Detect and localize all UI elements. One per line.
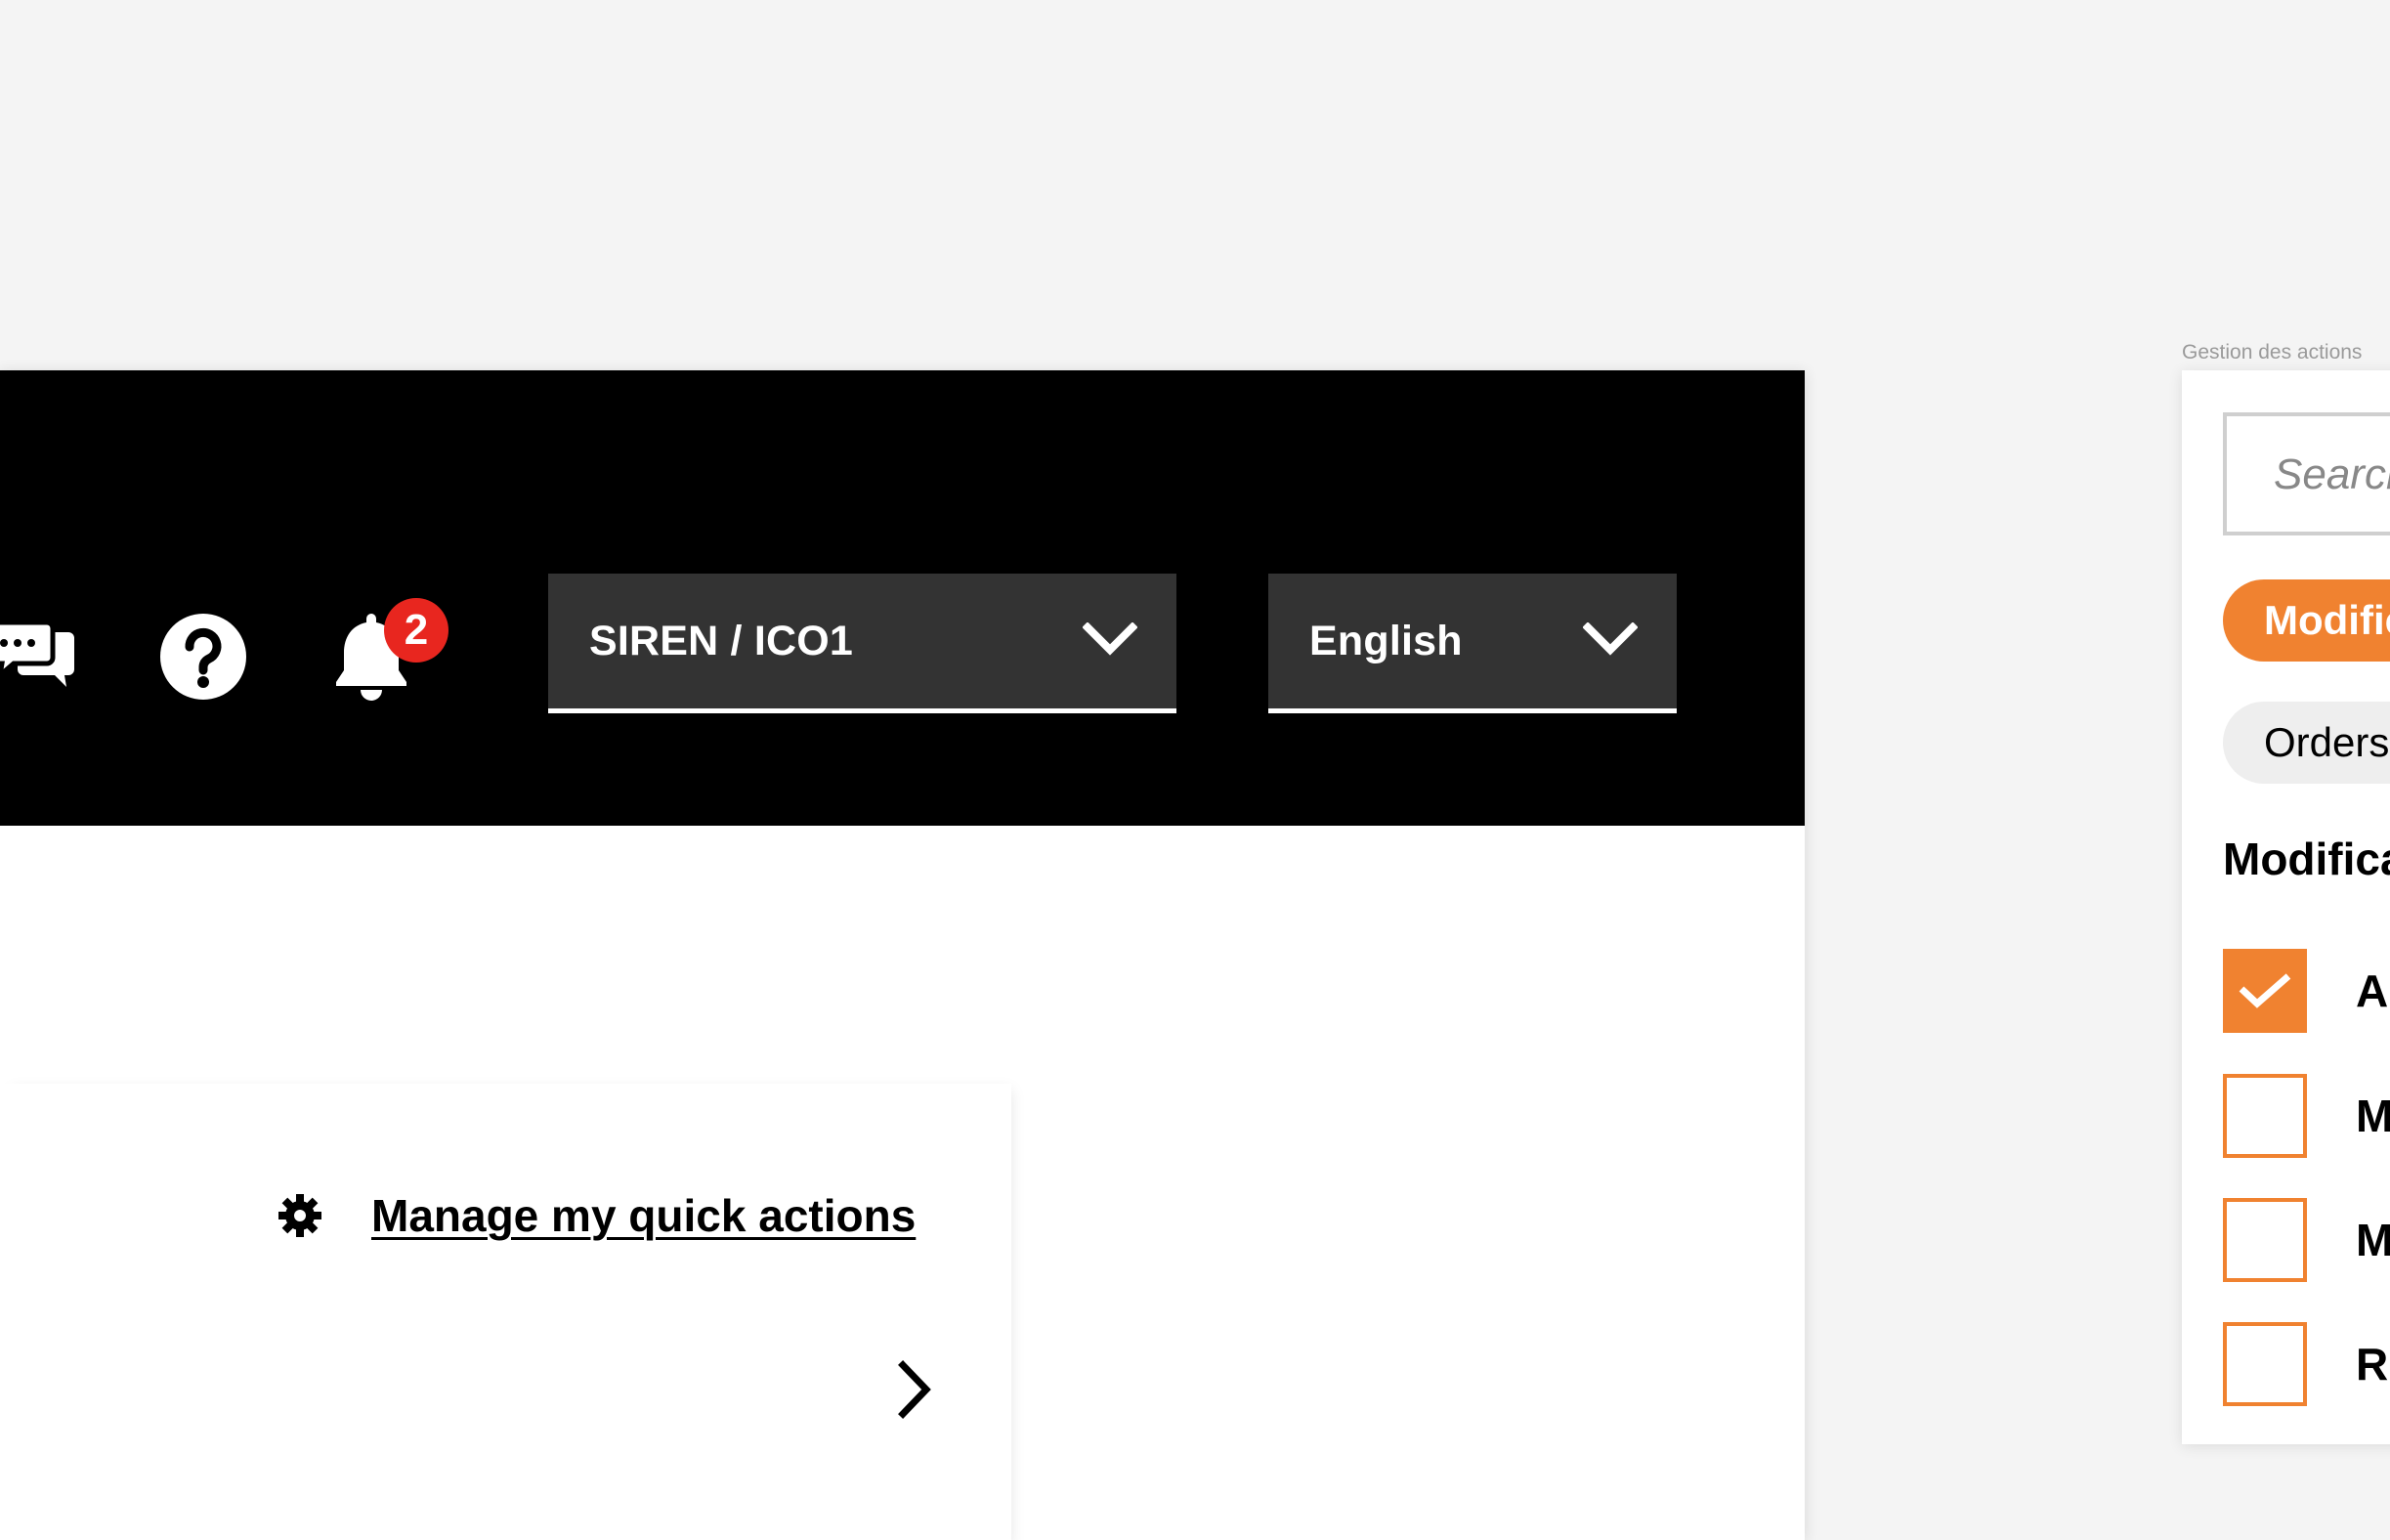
chat-button[interactable] [0,613,78,701]
section-title: Modifica [2223,834,2390,884]
chat-icon [0,620,74,687]
frame-label: Gestion des actions [2182,341,2363,364]
chevron-down-icon [1083,622,1137,656]
checkbox-label: M [2356,1215,2390,1265]
checkbox-label: M [2356,1091,2390,1141]
checkbox-row[interactable]: M [2223,1198,2390,1282]
checkbox-row[interactable]: M [2223,1074,2390,1158]
checkbox[interactable] [2223,1198,2307,1282]
filter-pill-active[interactable]: Modific [2223,579,2390,662]
app-artboard: 2 SIREN / ICO1 English Manage my quick a… [0,370,1805,1540]
filter-pill-orders[interactable]: Orders [2223,702,2390,784]
manage-quick-actions-label: Manage my quick actions [371,1190,917,1241]
organization-select[interactable]: SIREN / ICO1 [548,574,1176,713]
checkbox-label: Ac [2356,965,2390,1016]
quick-actions-panel [0,1084,1011,1540]
top-navigation-bar: 2 SIREN / ICO1 English [0,370,1805,826]
notification-badge: 2 [384,598,448,663]
checkbox-row[interactable]: Ac [2223,949,2390,1033]
organization-select-value: SIREN / ICO1 [589,617,854,664]
checkbox[interactable] [2223,949,2307,1033]
checkmark-icon [2239,973,2291,1008]
checkbox-label: Re [2356,1339,2390,1390]
action-management-panel: Modific Orders Modifica Ac M M Re [2182,370,2390,1444]
help-icon [160,614,246,700]
checkbox[interactable] [2223,1074,2307,1158]
chevron-right-icon[interactable] [895,1359,934,1420]
manage-quick-actions-link[interactable]: Manage my quick actions [277,1189,916,1242]
search-field[interactable] [2223,412,2390,535]
checkbox[interactable] [2223,1322,2307,1406]
gear-icon [278,1194,321,1237]
help-button[interactable] [156,610,250,704]
language-select-value: English [1309,617,1463,664]
language-select[interactable]: English [1268,574,1677,713]
search-input[interactable] [2272,416,2390,534]
chevron-down-icon [1583,622,1638,656]
checkbox-row[interactable]: Re [2223,1322,2390,1406]
